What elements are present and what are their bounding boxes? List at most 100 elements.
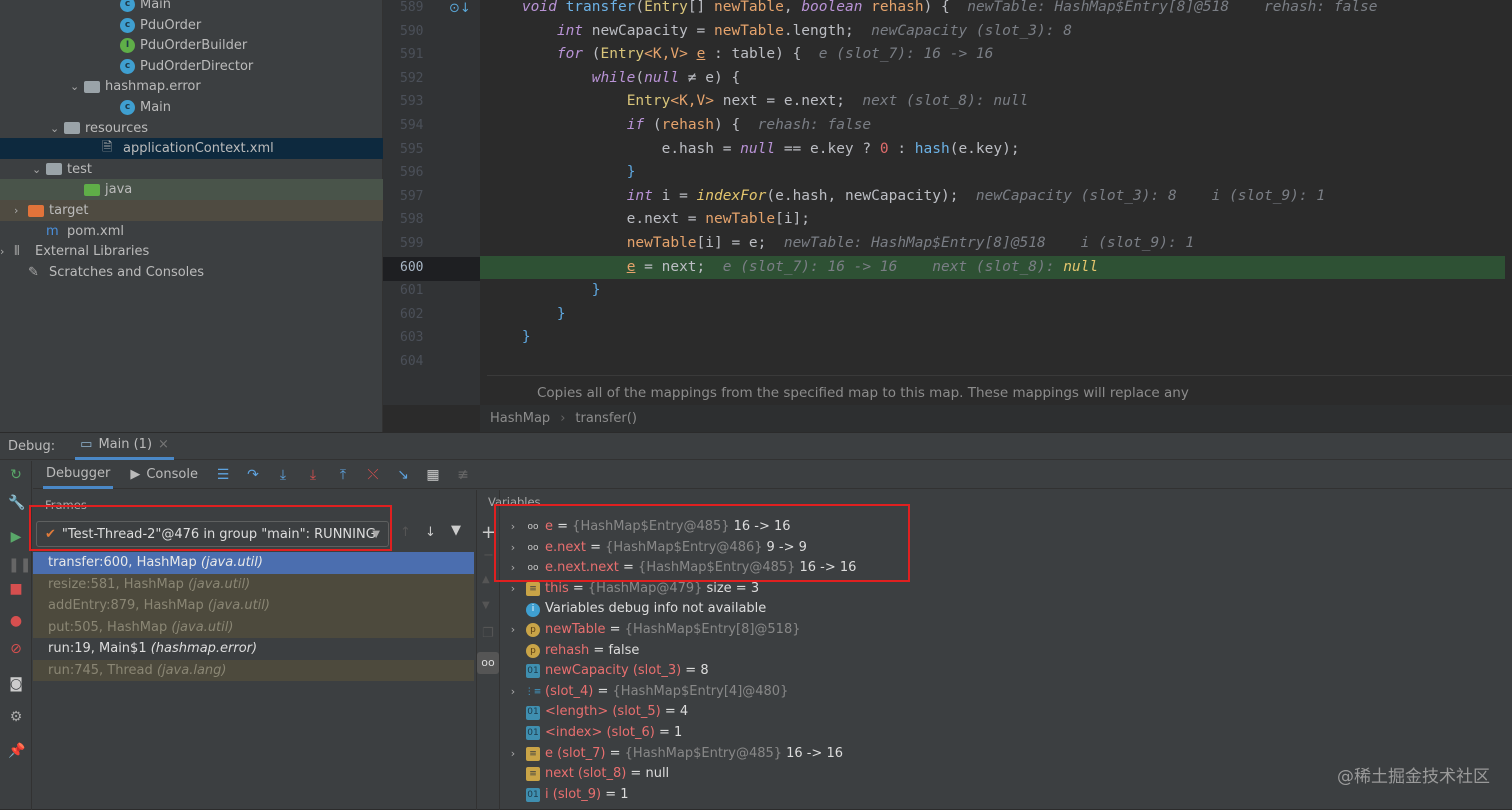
line-number[interactable]: 602 [400, 303, 440, 327]
line-number[interactable]: 601 [400, 279, 440, 303]
frame-item[interactable]: resize:581, HashMap (java.util) [33, 573, 474, 595]
line-number[interactable]: 593 [400, 90, 440, 114]
move-up-icon[interactable]: ▲ [482, 574, 490, 585]
trace-icon[interactable]: ≢ [455, 467, 471, 483]
code-line[interactable]: } [487, 303, 1512, 327]
chevron-down-icon[interactable]: ⌄ [70, 80, 84, 93]
resume-icon[interactable]: ▶ [8, 529, 24, 545]
code-line[interactable]: for (Entry<K,V> e : table) { e (slot_7):… [487, 43, 1512, 67]
line-number[interactable]: 598 [400, 208, 440, 232]
tree-item[interactable]: › target [0, 200, 383, 221]
breadcrumb-method[interactable]: transfer() [575, 411, 636, 426]
line-number[interactable]: 597 [400, 185, 440, 209]
arrow-down-icon[interactable]: ↓ [425, 525, 436, 540]
tree-item[interactable]: ⌄ hashmap.error [0, 76, 383, 97]
copy-icon[interactable]: ❐ [482, 626, 494, 641]
variable-row[interactable]: 01 i (slot_9) = 1 [500, 785, 629, 806]
code-line[interactable]: e = next; e (slot_7): 16 -> 16 next (slo… [480, 255, 1505, 280]
variable-row[interactable]: ≡ next (slot_8) = null [500, 764, 669, 785]
session-tab[interactable]: ▭ Main (1) × [75, 433, 174, 460]
tree-item[interactable]: ⌄ resources [0, 118, 383, 139]
code-line[interactable]: e.next = newTable[i]; [487, 208, 1512, 232]
view-breakpoints-icon[interactable]: ● [8, 613, 24, 629]
frame-item[interactable]: run:745, Thread (java.lang) [33, 659, 474, 681]
force-step-into-icon[interactable]: ⤓ [305, 467, 321, 483]
variable-row[interactable]: › ≡ e (slot_7) = {HashMap$Entry@485} 16 -> … [500, 744, 843, 765]
stop-icon[interactable]: ■ [8, 581, 24, 597]
line-number[interactable]: 589 [400, 0, 440, 20]
frame-item[interactable]: addEntry:879, HashMap (java.util) [33, 595, 474, 617]
chevron-right-icon[interactable]: › [500, 682, 526, 703]
filter-icon[interactable]: ▼ [451, 523, 461, 538]
tree-item[interactable]: 🗎 applicationContext.xml [0, 138, 383, 160]
menu-icon[interactable]: ☰ [215, 467, 231, 483]
step-over-icon[interactable]: ↷ [245, 467, 261, 483]
code-line[interactable]: } [487, 279, 1512, 303]
code-line[interactable]: e.hash = null == e.key ? 0 : hash(e.key)… [487, 138, 1512, 162]
arrow-up-icon[interactable]: ↑ [400, 525, 411, 540]
code-line[interactable]: } [487, 326, 1512, 350]
run-to-cursor-icon[interactable]: ↘ [395, 467, 411, 483]
pause-icon[interactable]: ❚❚ [8, 557, 31, 573]
tree-item[interactable]: c Main [0, 97, 383, 118]
variable-row[interactable]: p rehash = false [500, 641, 639, 662]
line-number[interactable]: 595 [400, 138, 440, 162]
tree-item[interactable]: m pom.xml [0, 221, 383, 242]
mute-breakpoints-icon[interactable]: ⊘ [8, 641, 24, 657]
step-into-icon[interactable]: ⤓ [275, 467, 291, 483]
code-line[interactable]: newTable[i] = e; newTable: HashMap$Entry… [487, 232, 1512, 256]
line-number[interactable]: 600 [400, 256, 440, 280]
chevron-right-icon[interactable]: › [500, 744, 526, 765]
variable-row[interactable]: › ⋮≡ (slot_4) = {HashMap$Entry[4]@480} [500, 682, 792, 703]
variable-row[interactable]: 01 <length> (slot_5) = 4 [500, 702, 688, 723]
move-down-icon[interactable]: ▼ [482, 600, 490, 611]
breadcrumb-class[interactable]: HashMap [490, 411, 550, 426]
code-line[interactable]: int i = indexFor(e.hash, newCapacity); n… [487, 185, 1512, 209]
chevron-right-icon[interactable]: › [500, 620, 526, 641]
frame-item[interactable]: run:19, Main$1 (hashmap.error) [33, 638, 474, 660]
tree-item[interactable]: I PduOrderBuilder [0, 35, 383, 56]
variable-row[interactable]: › p newTable = {HashMap$Entry[8]@518} [500, 620, 805, 641]
line-number[interactable]: 604 [400, 350, 440, 374]
code-line[interactable]: while(null ≠ e) { [487, 67, 1512, 91]
variable-row[interactable]: 01 newCapacity (slot_3) = 8 [500, 661, 709, 682]
line-number[interactable]: 594 [400, 114, 440, 138]
chevron-down-icon[interactable]: ⌄ [50, 122, 64, 135]
line-number[interactable]: 596 [400, 161, 440, 185]
frame-item[interactable]: transfer:600, HashMap (java.util) [33, 552, 474, 574]
chevron-right-icon[interactable]: › [14, 204, 28, 217]
tree-item[interactable]: c PduOrder [0, 15, 383, 36]
close-icon[interactable]: × [158, 437, 169, 452]
code-line[interactable]: int newCapacity = newTable.length; newCa… [487, 20, 1512, 44]
camera-icon[interactable]: ◙ [8, 676, 24, 692]
frame-item[interactable]: put:505, HashMap (java.util) [33, 616, 474, 638]
line-number[interactable]: 591 [400, 43, 440, 67]
settings-icon[interactable]: ⚙ [8, 709, 24, 725]
tree-item[interactable]: ✎ Scratches and Consoles [0, 262, 383, 283]
tree-item[interactable]: java [0, 179, 383, 201]
tree-item[interactable]: › ⦀ External Libraries [0, 241, 383, 262]
line-number[interactable]: 599 [400, 232, 440, 256]
line-number[interactable]: 590 [400, 20, 440, 44]
evaluate-icon[interactable]: ▦ [425, 467, 441, 483]
pin-icon[interactable]: 📌 [8, 743, 25, 759]
tree-item[interactable]: c Main [0, 0, 383, 15]
line-number[interactable]: 603 [400, 326, 440, 350]
code-line[interactable]: } [487, 161, 1512, 185]
drop-frame-icon[interactable]: ⤬ [365, 467, 381, 483]
chevron-right-icon[interactable]: › [0, 245, 14, 258]
line-number[interactable]: 592 [400, 67, 440, 91]
remove-watch-icon[interactable]: − [483, 548, 494, 563]
chevron-down-icon[interactable]: ⌄ [32, 163, 46, 176]
code-line[interactable]: Entry<K,V> next = e.next; next (slot_8):… [487, 90, 1512, 114]
code-line[interactable] [487, 350, 1512, 374]
rerun-icon[interactable]: ↻ [8, 467, 24, 483]
code-line[interactable]: if (rehash) { rehash: false [487, 114, 1512, 138]
code-line[interactable]: void transfer(Entry[] newTable, boolean … [487, 0, 1512, 20]
tree-item[interactable]: ⌄ test [0, 159, 383, 180]
bookmark-icon[interactable]: ⊙↓ [449, 1, 471, 16]
tab-console[interactable]: ▶ Console [127, 461, 201, 489]
settings-wrench-icon[interactable]: 🔧 [8, 495, 25, 511]
variable-row[interactable]: i Variables debug info not available [500, 599, 766, 620]
show-watches-icon[interactable]: oo [477, 652, 499, 674]
